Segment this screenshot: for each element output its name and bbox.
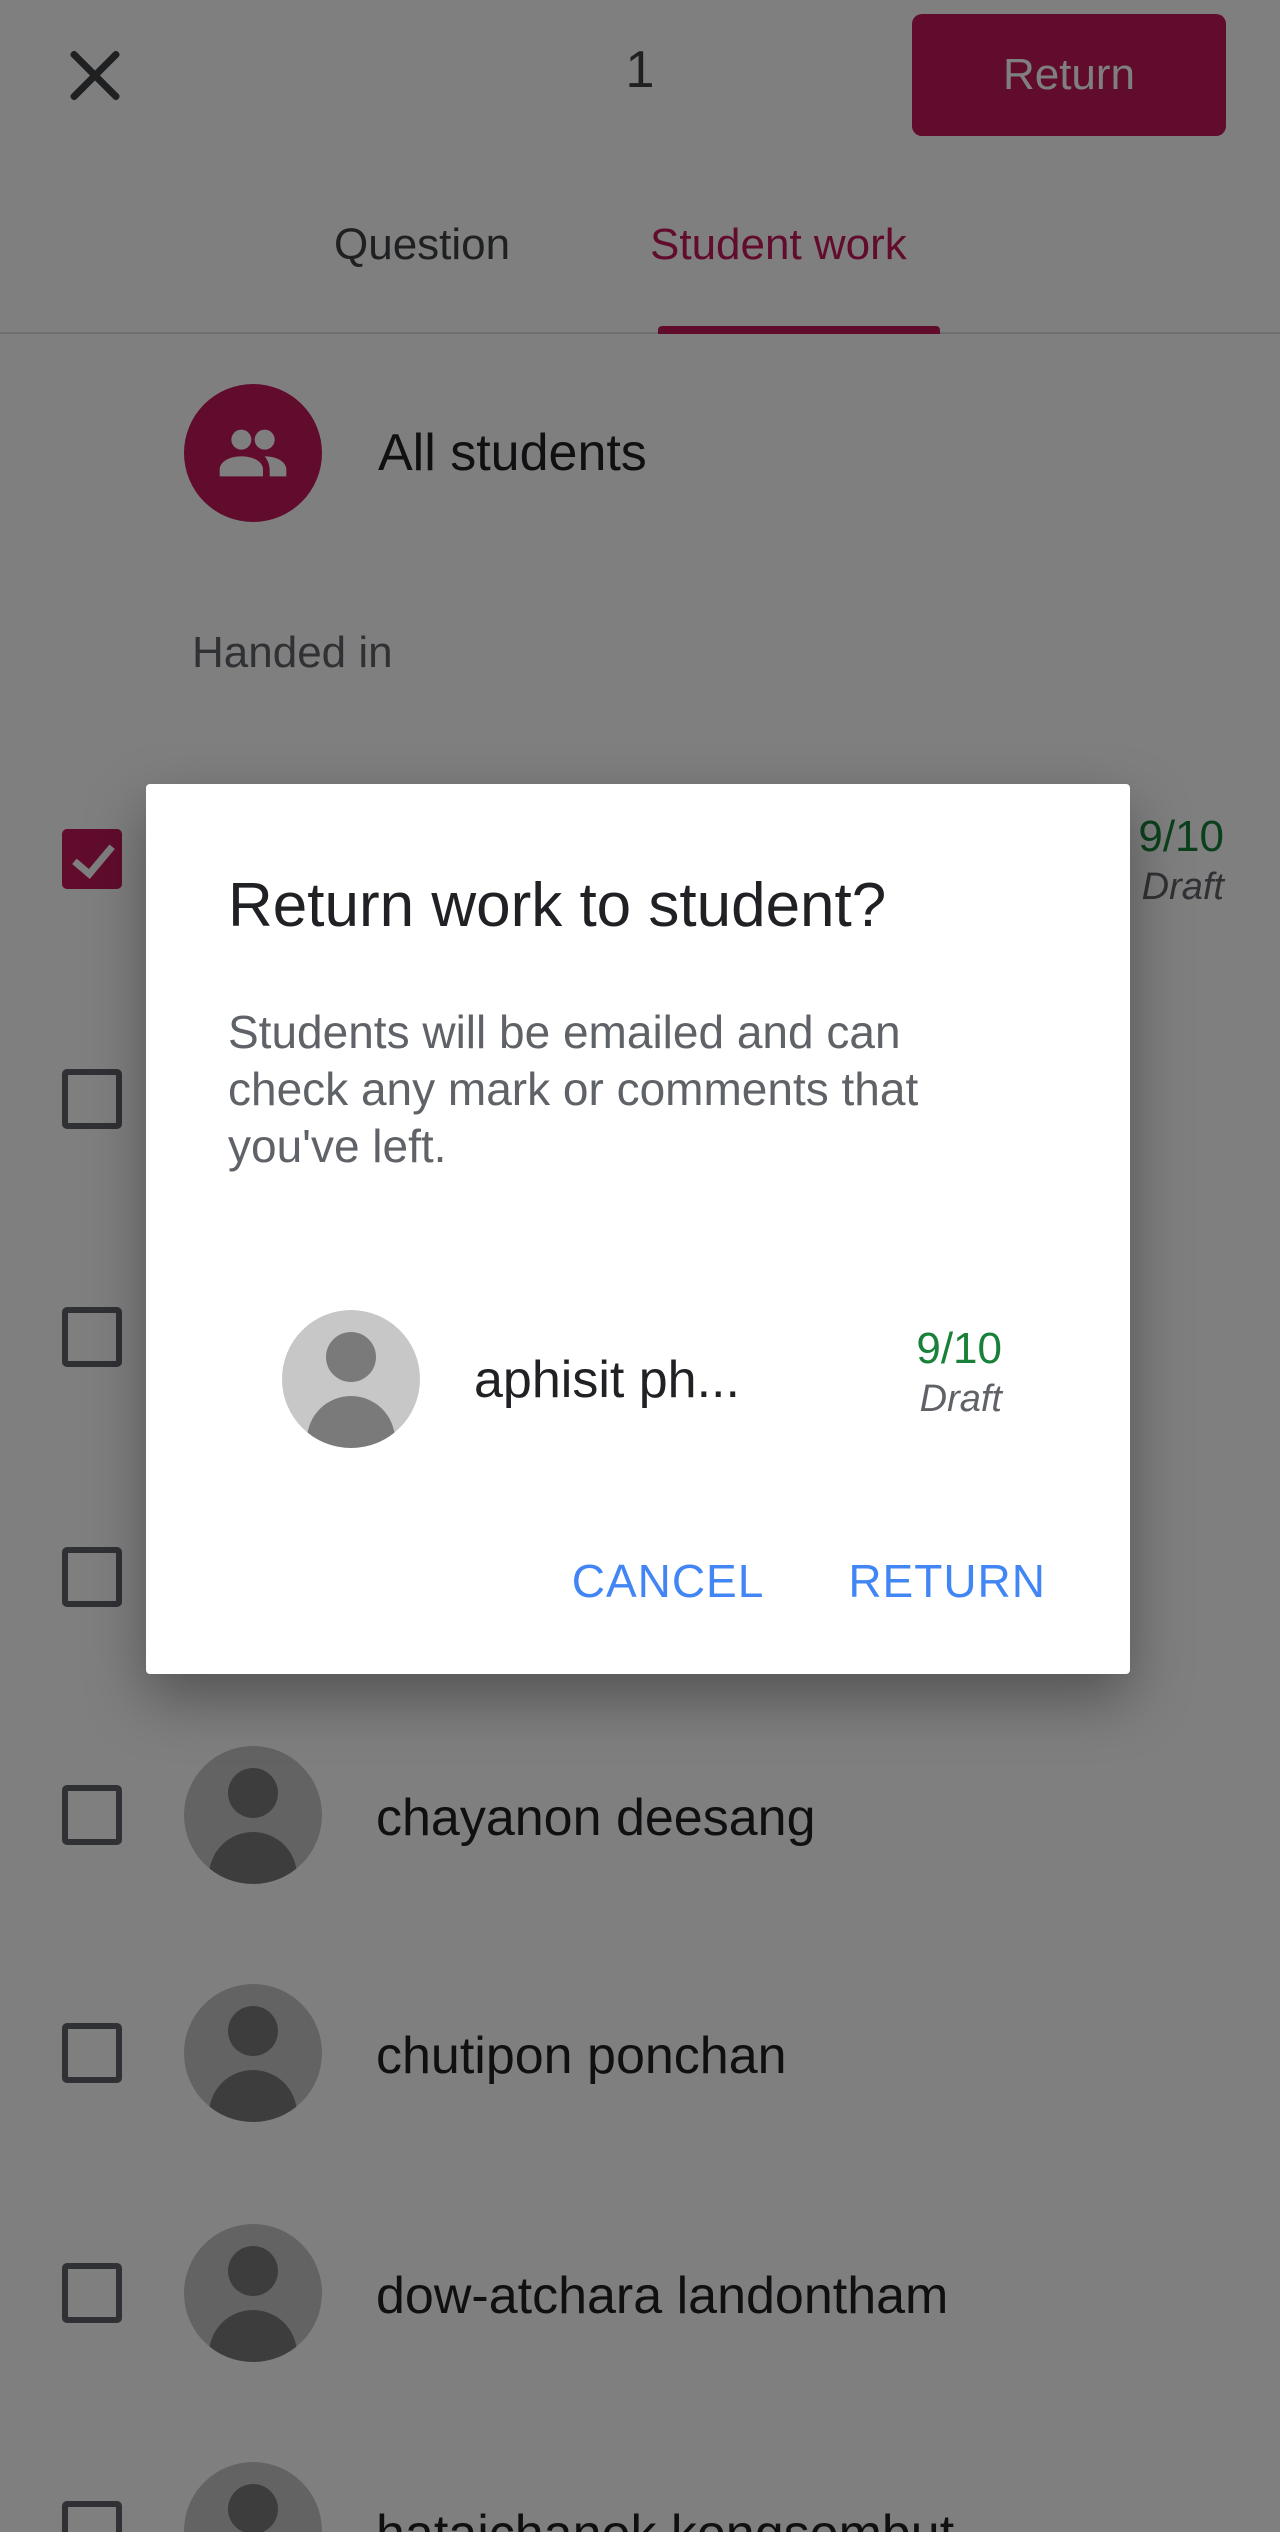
person-icon [282,1310,420,1448]
dialog-grade: 9/10 Draft [916,1324,1002,1421]
dialog-title: Return work to student? [228,871,887,940]
dialog-actions: CANCEL RETURN [572,1554,1046,1608]
dialog-message: Students will be emailed and can check a… [228,1006,919,1172]
dialog-grade-status: Draft [919,1378,1002,1420]
student-work-screen: 1 Return Question Student work All stude… [0,0,1280,2532]
cancel-button[interactable]: CANCEL [572,1554,765,1608]
dialog-student-row: aphisit ph... 9/10 Draft [282,1310,1002,1448]
return-work-dialog: Return work to student? Students will be… [146,784,1130,1674]
confirm-return-button[interactable]: RETURN [848,1554,1046,1608]
dialog-grade-score: 9/10 [916,1324,1002,1373]
dialog-student-name: aphisit ph... [474,1351,740,1409]
